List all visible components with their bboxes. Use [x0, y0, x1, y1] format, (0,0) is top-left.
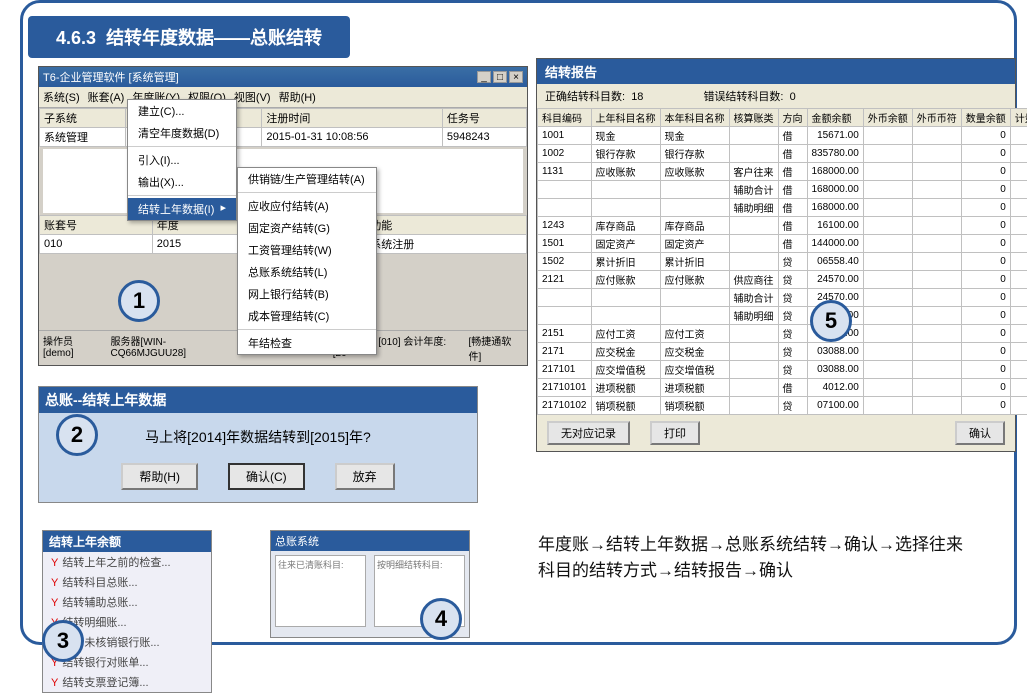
- menu-item[interactable]: 账套(A): [88, 89, 125, 105]
- wizard-step: Y结转辅助总账...: [43, 592, 211, 612]
- confirm-button[interactable]: 确认(C): [228, 463, 305, 490]
- submenu-item[interactable]: 应收应付结转(A): [238, 195, 376, 217]
- submenu-item[interactable]: 年结检查: [238, 332, 376, 354]
- menubar[interactable]: 系统(S)账套(A)年度账(Y)权限(O)视图(V)帮助(H): [39, 87, 527, 108]
- close-icon[interactable]: ×: [509, 71, 523, 83]
- submenu-item[interactable]: 固定资产结转(G): [238, 217, 376, 239]
- report-table: 科目编码上年科目名称本年科目名称核算账类方向金额余额外币余额外币币符数量余额计量…: [537, 108, 1027, 415]
- year-menu[interactable]: 建立(C)...清空年度数据(D)引入(I)...输出(X)...结转上年数据(…: [127, 99, 237, 221]
- ok-button[interactable]: 确认: [955, 421, 1005, 445]
- table-row: 1131应收账款应收账款客户往来借168000.000Y: [538, 163, 1027, 181]
- table-row: 1243库存商品库存商品借16100.000Y: [538, 217, 1027, 235]
- submenu-item[interactable]: 工资管理结转(W): [238, 239, 376, 261]
- carryover-wizard: 结转上年余额 Y结转上年之前的检查...Y结转科目总账...Y结转辅助总账...…: [42, 530, 212, 693]
- print-button[interactable]: 打印: [650, 421, 700, 445]
- window-titlebar: T6-企业管理软件 [系统管理] _ □ ×: [39, 67, 527, 87]
- step-3-badge: 3: [42, 620, 84, 662]
- maximize-icon[interactable]: □: [493, 71, 507, 83]
- wizard-step: Y结转支票登记簿...: [43, 672, 211, 692]
- table-row: 辅助明细贷24570.000: [538, 307, 1027, 325]
- table-row: 1501固定资产固定资产借144000.000Y: [538, 235, 1027, 253]
- system-manager-window: T6-企业管理软件 [系统管理] _ □ × 系统(S)账套(A)年度账(Y)权…: [38, 66, 528, 366]
- cancel-button[interactable]: 放弃: [335, 463, 395, 490]
- cleared-accounts-pane: 往来已清账科目:: [275, 555, 366, 627]
- step-1-badge: 1: [118, 280, 160, 322]
- table-row: 21710101进项税额进项税额借4012.000Y: [538, 379, 1027, 397]
- submenu-item[interactable]: 成本管理结转(C): [238, 305, 376, 327]
- section-title: 4.6.3 结转年度数据——总账结转: [28, 16, 350, 58]
- step-2-badge: 2: [56, 414, 98, 456]
- report-title: 结转报告: [537, 59, 1015, 84]
- gl-dialog-title: 总账系统: [271, 531, 469, 551]
- table-row: 2151应付工资应付工资贷53000.000Y: [538, 325, 1027, 343]
- table-row: 1002银行存款银行存款借835780.000Y: [538, 145, 1027, 163]
- wizard-step: Y结转科目总账...: [43, 572, 211, 592]
- menu-item[interactable]: 帮助(H): [279, 89, 316, 105]
- carryover-submenu[interactable]: 供销链/生产管理结转(A) 应收应付结转(A)固定资产结转(G)工资管理结转(W)…: [237, 167, 377, 355]
- wizard-step: Y结转上年之前的检查...: [43, 552, 211, 572]
- carryover-report-window: 结转报告 正确结转科目数: 18 错误结转科目数: 0 科目编码上年科目名称本年…: [536, 58, 1016, 452]
- menu-item[interactable]: 视图(V): [234, 89, 271, 105]
- table-row: 2171应交税金应交税金贷03088.000Y: [538, 343, 1027, 361]
- table-row: 1502累计折旧累计折旧贷06558.400Y: [538, 253, 1027, 271]
- dialog-message: 马上将[2014]年数据结转到[2015]年?: [39, 413, 477, 463]
- table-row: 21710102销项税额销项税额贷07100.000Y: [538, 397, 1027, 415]
- minimize-icon[interactable]: _: [477, 71, 491, 83]
- submenu-item[interactable]: 网上银行结转(B): [238, 283, 376, 305]
- table-row: 辅助合计贷24570.000: [538, 289, 1027, 307]
- wizard-title: 结转上年余额: [43, 531, 211, 552]
- table-row: 1001现金现金借15671.000Y: [538, 127, 1027, 145]
- table-row: 辅助明细借168000.000: [538, 199, 1027, 217]
- instruction-text: 年度账→结转上年数据→总账系统结转→确认→选择往来科目的结转方式→结转报告→确认: [538, 532, 978, 583]
- help-button[interactable]: 帮助(H): [121, 463, 198, 490]
- carryover-prev-year-item[interactable]: 结转上年数据(I)▸: [128, 198, 236, 220]
- submenu-item[interactable]: 供销链/生产管理结转(A): [238, 168, 376, 190]
- confirm-carryover-dialog: 总账--结转上年数据 马上将[2014]年数据结转到[2015]年? 帮助(H)…: [38, 386, 478, 503]
- table-row: 217101应交增值税应交增值税贷03088.000Y: [538, 361, 1027, 379]
- table-row: 辅助合计借168000.000: [538, 181, 1027, 199]
- window-controls[interactable]: _ □ ×: [477, 71, 523, 83]
- menu-item[interactable]: 系统(S): [43, 89, 80, 105]
- submenu-item[interactable]: 总账系统结转(L): [238, 261, 376, 283]
- dialog-title: 总账--结转上年数据: [39, 387, 477, 413]
- step-4-badge: 4: [420, 598, 462, 640]
- no-record-button[interactable]: 无对应记录: [547, 421, 630, 445]
- report-counts: 正确结转科目数: 18 错误结转科目数: 0: [537, 84, 1015, 108]
- subsystem-table: 子系统运行状态注册时间任务号 系统管理U2N正常(0)2015-01-31 10…: [39, 108, 527, 147]
- table-row: 2121应付账款应付账款供应商往贷24570.000Y: [538, 271, 1027, 289]
- step-5-badge: 5: [810, 300, 852, 342]
